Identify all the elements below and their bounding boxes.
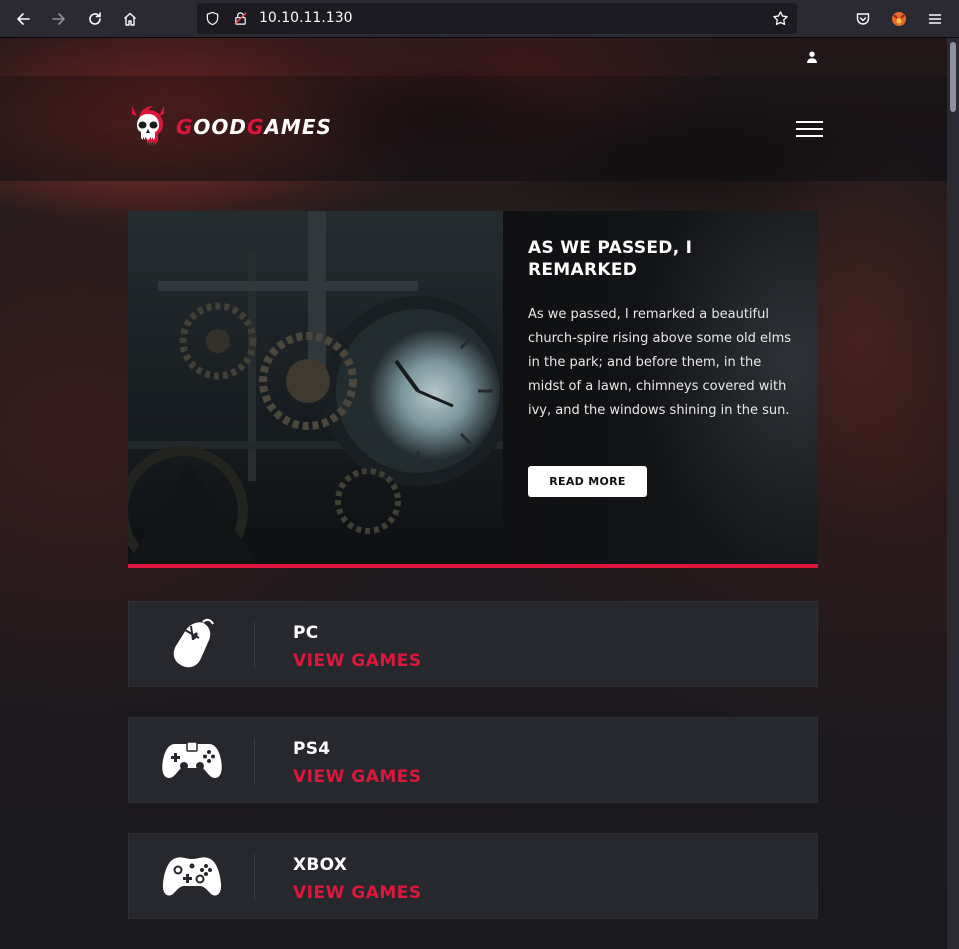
home-button[interactable] — [116, 5, 144, 33]
fox-extension-icon — [892, 12, 906, 26]
hamburger-line — [796, 135, 823, 137]
hamburger-line — [796, 121, 823, 123]
category-card-ps4[interactable]: PS4 VIEW GAMES — [128, 717, 818, 803]
back-arrow-icon — [17, 13, 30, 25]
extension-button[interactable] — [885, 5, 913, 33]
view-games-link[interactable]: VIEW GAMES — [293, 883, 422, 903]
bookmark-star-icon[interactable] — [772, 10, 789, 27]
user-icon[interactable] — [806, 51, 818, 63]
browser-toolbar: 10.10.11.130 — [0, 0, 959, 38]
hamburger-menu-button[interactable] — [796, 121, 823, 137]
url-text[interactable]: 10.10.11.130 — [259, 10, 353, 26]
featured-post-content: AS WE PASSED, I REMARKED As we passed, I… — [503, 211, 818, 564]
logo-letter-g1: G — [176, 115, 194, 139]
card-divider — [254, 854, 255, 900]
featured-post-excerpt: As we passed, I remarked a beautiful chu… — [528, 307, 792, 418]
clockwork-machine-image — [128, 211, 503, 564]
pocket-icon — [856, 13, 870, 25]
category-title[interactable]: PS4 — [293, 739, 330, 759]
forward-arrow-icon — [52, 13, 65, 25]
category-card-xbox[interactable]: XBOX VIEW GAMES — [128, 833, 818, 919]
reload-button[interactable] — [81, 5, 109, 33]
back-button[interactable] — [9, 5, 37, 33]
pocket-button[interactable] — [849, 5, 877, 33]
forward-button[interactable] — [45, 5, 73, 33]
card-divider — [254, 622, 255, 668]
view-games-link[interactable]: VIEW GAMES — [293, 767, 422, 787]
logo-part-ames: AMES — [264, 115, 332, 139]
home-icon — [124, 12, 136, 26]
site-logo[interactable]: GOODGAMES — [128, 104, 332, 150]
ps4-controller-icon — [159, 736, 225, 784]
shield-icon[interactable] — [205, 11, 220, 26]
card-divider — [254, 738, 255, 784]
url-bar[interactable]: 10.10.11.130 — [197, 3, 797, 34]
scrollbar-thumb[interactable] — [950, 42, 956, 112]
logo-letter-g2: G — [247, 115, 265, 139]
featured-post-title[interactable]: AS WE PASSED, I REMARKED — [528, 237, 798, 281]
featured-post: AS WE PASSED, I REMARKED As we passed, I… — [128, 211, 818, 568]
site-header: GOODGAMES — [0, 76, 947, 181]
menu-icon — [928, 14, 942, 24]
reload-icon — [89, 12, 101, 25]
category-title[interactable]: XBOX — [293, 855, 347, 875]
top-utility-bar — [0, 38, 947, 76]
insecure-lock-icon[interactable] — [233, 11, 248, 26]
mouse-icon — [159, 618, 225, 669]
category-card-pc[interactable]: PC VIEW GAMES — [128, 601, 818, 687]
hamburger-line — [796, 128, 823, 130]
view-games-link[interactable]: VIEW GAMES — [293, 651, 422, 671]
page-viewport: GOODGAMES AS WE PASSED, I REMARKED As we… — [0, 38, 947, 949]
logo-part-ood: OOD — [193, 115, 248, 139]
app-menu-button[interactable] — [921, 5, 949, 33]
read-more-button[interactable]: READ MORE — [528, 466, 647, 497]
logo-wordmark: GOODGAMES — [176, 115, 332, 139]
skull-logo-icon — [132, 106, 164, 146]
page-scrollbar[interactable] — [947, 38, 959, 949]
category-title[interactable]: PC — [293, 623, 319, 643]
xbox-controller-icon — [159, 852, 225, 900]
